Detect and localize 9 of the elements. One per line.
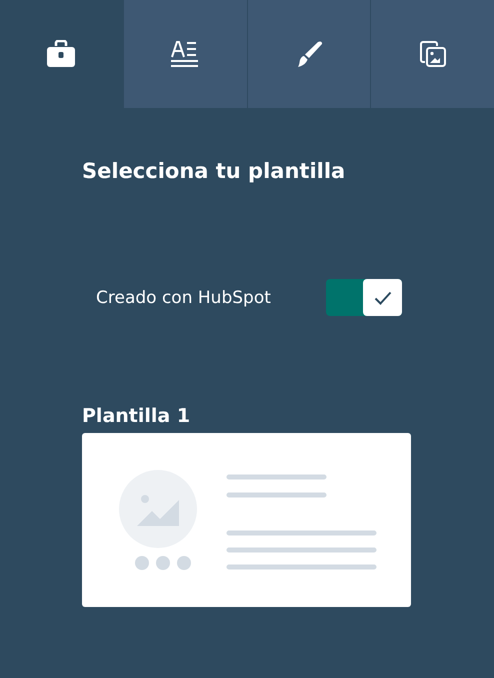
images-icon <box>418 40 447 68</box>
template-title: Plantilla 1 <box>82 404 192 428</box>
panel-heading: Selecciona tu plantilla <box>82 158 346 184</box>
toggle-switch[interactable] <box>326 279 402 316</box>
template-card[interactable] <box>82 433 411 607</box>
text-format-icon <box>170 40 200 68</box>
toggle-label: Creado con HubSpot <box>96 288 272 308</box>
check-icon <box>374 290 392 304</box>
toolbox-icon <box>46 40 76 68</box>
